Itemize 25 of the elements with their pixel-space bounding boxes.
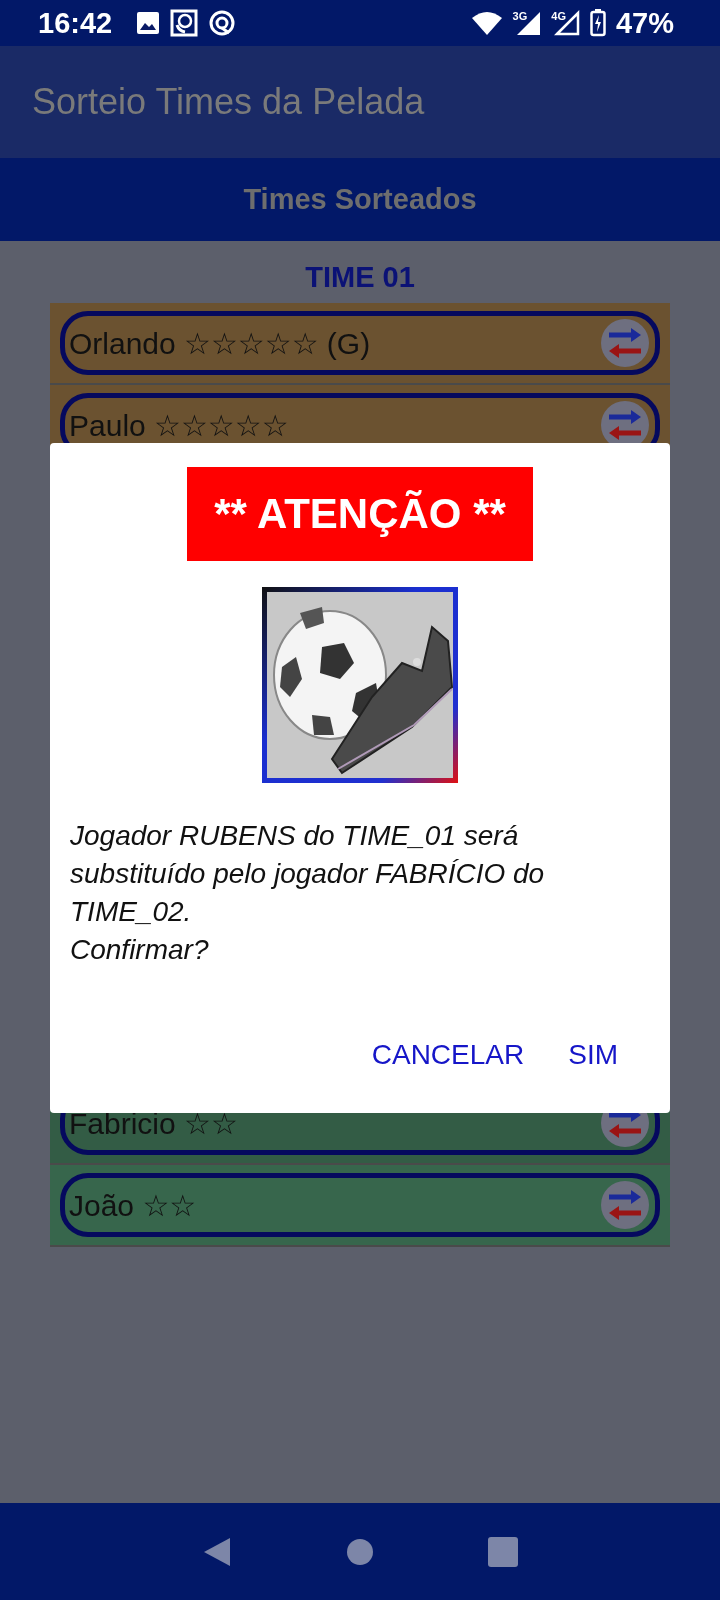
dialog-button[interactable]: SIM <box>556 1029 630 1081</box>
clock: 16:42 <box>38 6 113 40</box>
dialog-button[interactable]: CANCELAR <box>359 1029 537 1081</box>
signal-icon <box>515 10 542 36</box>
network-label: 3G <box>512 10 528 22</box>
dialog-message: Jogador RUBENS do TIME_01 será substituído pelo jogador FABRÍCIO do TIME_02. Confirmar? <box>69 819 546 967</box>
signal-icon <box>553 10 580 36</box>
network-label: 4G <box>551 10 566 22</box>
tab-title: Times Sorteados <box>243 183 477 216</box>
player-card[interactable]: Orlando ☆☆☆☆☆ (G) <box>60 311 660 375</box>
alert-title: ** ATENÇÃO ** <box>187 467 533 561</box>
home-icon[interactable] <box>346 1537 374 1566</box>
wifi-icon <box>470 10 503 36</box>
image-icon <box>136 11 161 35</box>
player-name: Fabricio ☆☆ <box>69 1106 239 1140</box>
battery-percent: 47% <box>615 6 674 40</box>
player-name: João ☆☆ <box>69 1188 198 1222</box>
back-icon[interactable] <box>202 1535 232 1568</box>
player-name: Orlando ☆☆☆☆☆ (G) <box>69 326 372 360</box>
battery-icon <box>589 9 606 37</box>
app-title: Sorteio Times da Pelada <box>32 81 425 123</box>
recents-icon[interactable] <box>488 1536 518 1567</box>
player-card[interactable]: João ☆☆ <box>60 1173 660 1237</box>
player-name: Paulo ☆☆☆☆☆ <box>69 408 290 442</box>
team-title: TIME 01 <box>304 261 416 295</box>
